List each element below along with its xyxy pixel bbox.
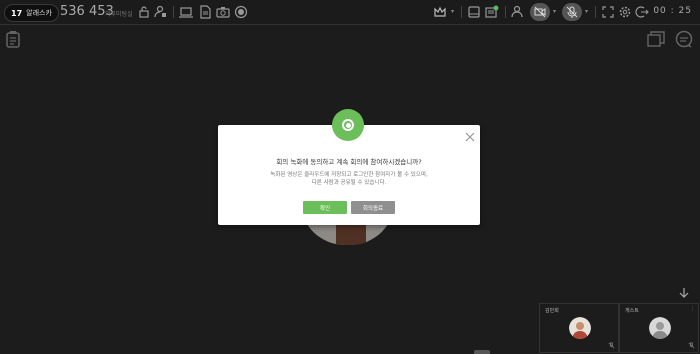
confirm-button[interactable]: 확인 bbox=[303, 201, 347, 214]
recording-badge-icon bbox=[332, 109, 364, 141]
divider bbox=[595, 6, 596, 18]
divider bbox=[461, 6, 462, 18]
participants-icon[interactable] bbox=[511, 5, 525, 19]
dialog-message: 녹화된 영상은 클라우드에 저장되고 로그인한 참여자가 볼 수 있으며, 다른… bbox=[218, 171, 480, 187]
room-name: 알래스카 bbox=[26, 9, 52, 17]
mic-off-icon[interactable] bbox=[562, 3, 582, 21]
dialog-title: 회의 녹화에 동의하고 계속 회의에 참여하시겠습니까? bbox=[276, 158, 422, 166]
exit-icon[interactable] bbox=[635, 5, 649, 19]
gear-icon[interactable] bbox=[618, 5, 632, 19]
fullscreen-icon[interactable] bbox=[601, 5, 615, 19]
room-badge[interactable]: 17 알래스카 bbox=[4, 4, 59, 22]
laptop-icon[interactable] bbox=[179, 5, 193, 19]
mic-off-icon bbox=[688, 342, 695, 349]
end-meeting-button[interactable]: 회의종료 bbox=[351, 201, 395, 214]
elapsed-timer: 00 : 25 bbox=[653, 6, 692, 16]
room-number: 17 bbox=[11, 8, 23, 18]
drawer-handle[interactable] bbox=[474, 350, 490, 354]
participant-tile[interactable]: 김민희 bbox=[539, 303, 619, 353]
arrow-down-icon[interactable] bbox=[678, 287, 690, 299]
avatar bbox=[569, 317, 591, 339]
dialog-message-line2: 다른 사람과 공유될 수 있습니다. bbox=[311, 180, 387, 186]
chevron-down-icon[interactable]: ▾ bbox=[553, 8, 556, 15]
lock-icon[interactable] bbox=[137, 5, 151, 19]
camera-off-icon[interactable] bbox=[530, 3, 550, 21]
record-icon[interactable] bbox=[234, 5, 248, 19]
user-lock-icon[interactable] bbox=[154, 5, 168, 19]
dialog-message-line1: 녹화된 영상은 클라우드에 저장되고 로그인한 참여자가 볼 수 있으며, bbox=[270, 172, 428, 178]
chevron-down-icon[interactable]: ▾ bbox=[451, 8, 454, 15]
meeting-label: 외부미팅실 bbox=[105, 11, 133, 18]
participant-corner: ⋮ bbox=[690, 306, 695, 312]
crown-icon[interactable] bbox=[433, 5, 447, 19]
participant-name: 게스트 bbox=[625, 308, 639, 314]
divider bbox=[173, 6, 174, 18]
divider bbox=[505, 6, 506, 18]
hard-drive-icon[interactable] bbox=[467, 5, 481, 19]
participant-tile[interactable]: 게스트 ⋮ bbox=[619, 303, 699, 353]
close-icon[interactable] bbox=[464, 131, 476, 143]
top-toolbar: 17 알래스카 536 453 외부미팅실 ▾ ▾ ▾ 00: 25 bbox=[0, 0, 700, 25]
participant-name: 김민희 bbox=[545, 308, 559, 314]
camera-icon[interactable] bbox=[216, 5, 230, 19]
document-icon[interactable] bbox=[198, 5, 212, 19]
mic-off-icon bbox=[608, 342, 615, 349]
chat-icon[interactable] bbox=[485, 5, 499, 19]
chevron-down-icon[interactable]: ▾ bbox=[585, 8, 588, 15]
avatar bbox=[649, 317, 671, 339]
